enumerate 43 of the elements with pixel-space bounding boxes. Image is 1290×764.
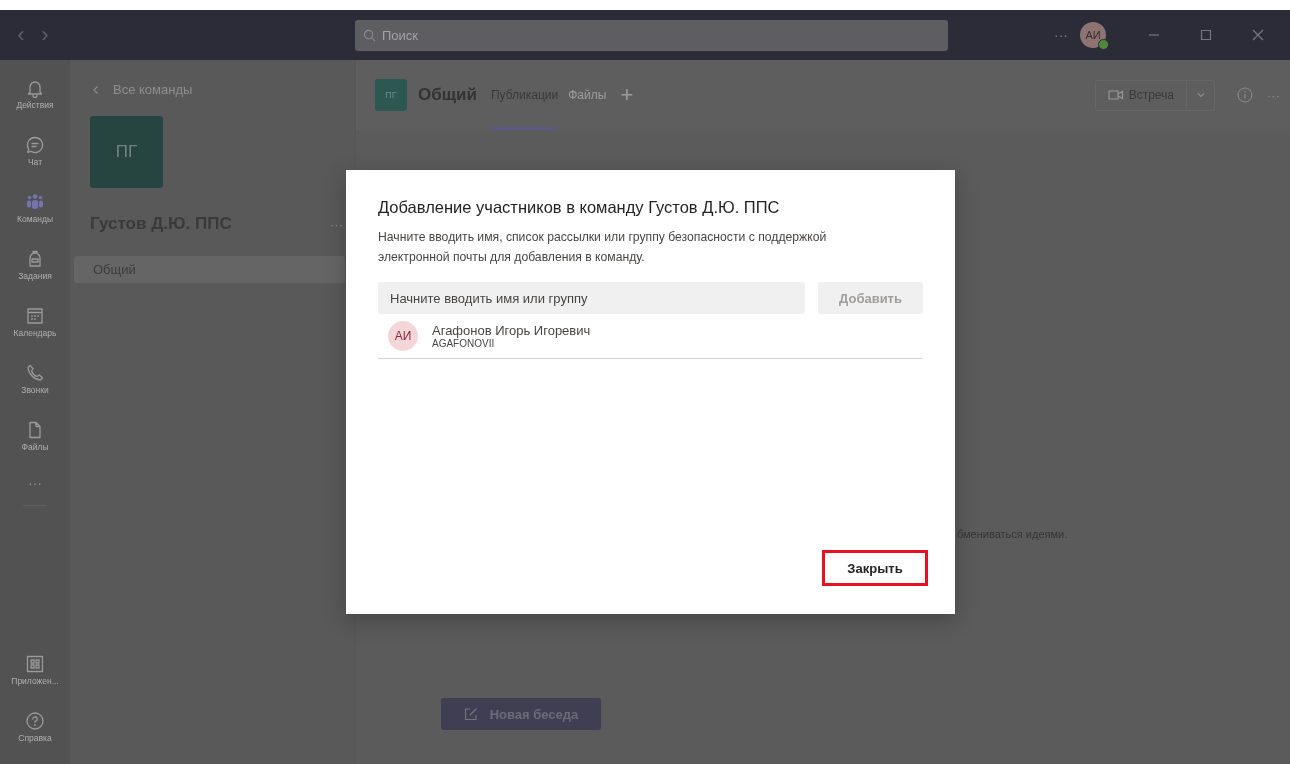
member-name: Агафонов Игорь Игоревич <box>432 323 591 338</box>
more-button[interactable]: ··· <box>1054 27 1068 43</box>
dialog-description: Начните вводить имя, список рассылки или группу безопасности с поддержкой электронной почты для добавления в команду. <box>378 229 828 266</box>
rail-item[interactable]: Действия <box>3 70 67 127</box>
tab[interactable]: Файлы <box>568 60 615 130</box>
video-camera-icon <box>1107 89 1124 101</box>
info-icon[interactable] <box>1237 87 1253 103</box>
compose-icon <box>463 707 478 721</box>
app-grid-icon <box>25 654 45 674</box>
member-login: AGAFONOVII <box>432 338 496 349</box>
rail-item[interactable]: Справка <box>3 703 67 760</box>
dialog-title: Добавление участников в команду Густов Д.Ю. ППС <box>378 198 781 217</box>
close-icon[interactable] <box>1250 27 1266 43</box>
rail-item[interactable]: Календарь <box>3 298 67 355</box>
help-icon <box>25 711 45 731</box>
name-input-field[interactable]: Начните вводить имя или группу <box>378 282 805 314</box>
chevron-down-icon <box>1195 90 1206 100</box>
rail-item[interactable]: Звонки <box>3 355 67 412</box>
member-avatar: АИ <box>388 321 418 351</box>
maximize-icon[interactable] <box>1198 27 1214 43</box>
people-icon <box>25 192 45 212</box>
nav-arrow-button[interactable]: ‹ <box>14 24 28 46</box>
calendar-icon <box>25 306 45 326</box>
more-button[interactable]: ··· <box>330 216 343 232</box>
phone-icon <box>25 363 45 383</box>
avatar[interactable]: АИ <box>1080 22 1106 48</box>
chevron-left-icon <box>91 84 101 95</box>
nav-arrow-button[interactable]: › <box>38 24 52 46</box>
more-apps-button[interactable]: ··· <box>28 475 42 491</box>
more-button[interactable]: ··· <box>1267 87 1280 103</box>
team-avatar: ПГ <box>90 116 163 188</box>
bell-icon <box>25 78 45 98</box>
close-button[interactable]: Закрыть <box>822 550 928 586</box>
search-field[interactable]: Поиск <box>355 19 948 51</box>
rail-item[interactable]: Чат <box>3 127 67 184</box>
add-tab-button[interactable]: + <box>620 82 634 108</box>
rail-item[interactable]: Команды <box>3 184 67 241</box>
dropdown-button[interactable] <box>1187 79 1215 111</box>
rail-item[interactable]: Задания <box>3 241 67 298</box>
rail-item[interactable]: Файлы <box>3 412 67 469</box>
rail-item[interactable]: Приложен... <box>3 646 67 703</box>
channel-avatar: ПГ <box>375 79 407 111</box>
chat-bubble-icon <box>25 135 45 155</box>
